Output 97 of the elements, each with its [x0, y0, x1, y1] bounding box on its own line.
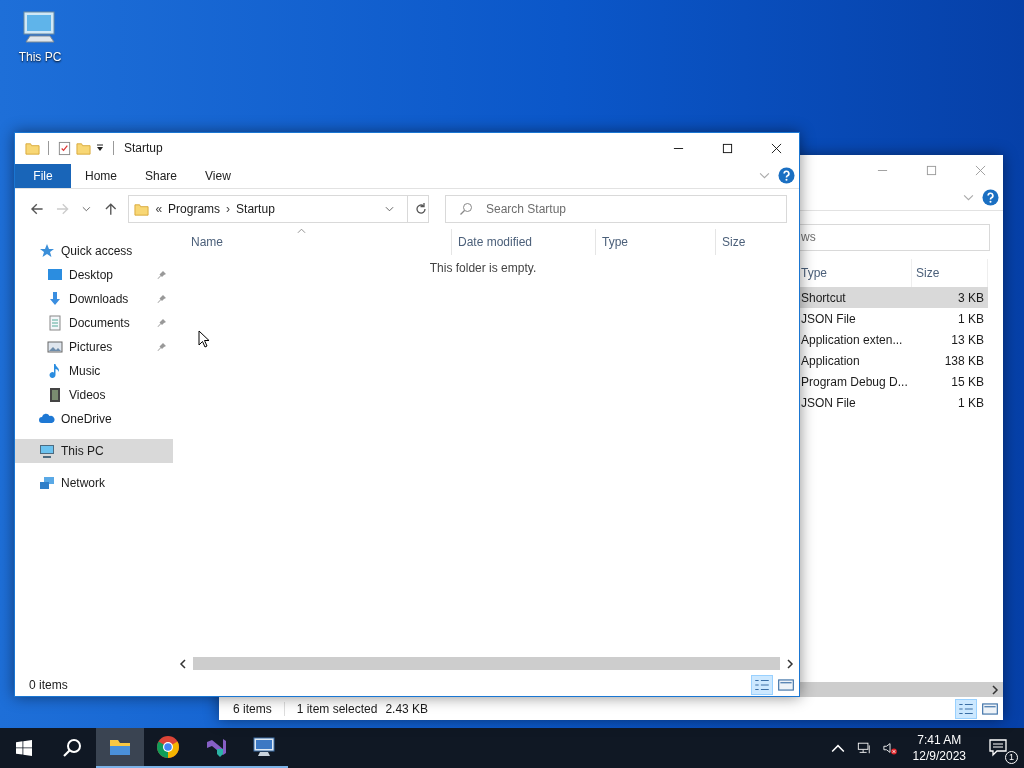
ribbon-tab[interactable]: View: [191, 163, 245, 188]
refresh-icon[interactable]: [414, 202, 428, 216]
column-label: Size: [722, 235, 746, 249]
column-header[interactable]: Type: [596, 229, 716, 255]
file-row[interactable]: JSON File 1 KB: [797, 392, 988, 413]
navigation-item[interactable]: Music: [15, 359, 173, 383]
scrollbar-thumb[interactable]: [193, 657, 780, 670]
status-text: 0 items: [29, 677, 68, 692]
separator-glyph[interactable]: ›: [226, 202, 231, 216]
table-cell-text: 3 KB: [957, 290, 985, 305]
navigation-label: Network: [61, 476, 105, 490]
browser-icon: [156, 735, 180, 759]
table-cell-text: Program Debug D...: [800, 374, 909, 389]
column-header[interactable]: Date modified: [452, 229, 596, 255]
file-row[interactable]: Program Debug D... 15 KB: [797, 371, 988, 392]
column-label: Name: [191, 235, 223, 249]
search-field[interactable]: Search Startup: [445, 195, 787, 223]
table-cell-text: 15 KB: [950, 374, 985, 389]
scroll-left-icon[interactable]: [179, 658, 187, 669]
navigation-item[interactable]: Network: [15, 471, 173, 495]
notification-badge: 1: [1005, 750, 1018, 764]
navigation-label: This PC: [61, 444, 104, 458]
empty-folder-message: This folder is empty.: [428, 261, 538, 275]
file-row[interactable]: Shortcut 3 KB: [797, 287, 988, 308]
pin-icon[interactable]: [157, 342, 167, 352]
desktop-icon-label[interactable]: This PC: [18, 50, 62, 64]
file-row[interactable]: Application 138 KB: [797, 350, 988, 371]
address-bar[interactable]: « Programs › Startup: [128, 195, 429, 223]
navigation-label: Videos: [69, 388, 106, 402]
navigation-item[interactable]: Documents: [15, 311, 173, 335]
column-label: Type: [602, 235, 628, 249]
details-view-icon[interactable]: [751, 674, 773, 695]
navigation-label: Quick access: [61, 244, 133, 258]
table-cell-text: JSON File: [800, 395, 857, 410]
navigation-label: Music: [69, 364, 101, 378]
column-label: Date modified: [458, 235, 533, 249]
column-header[interactable]: Name: [177, 229, 452, 255]
breadcrumb[interactable]: Startup: [236, 202, 275, 216]
table-cell-text: 1 KB: [957, 395, 985, 410]
table-cell-text: Application: [800, 353, 861, 368]
overflow-glyph[interactable]: «: [155, 202, 163, 216]
navigation-item[interactable]: Downloads: [15, 287, 173, 311]
help-icon[interactable]: [982, 189, 999, 206]
search-field[interactable]: ws: [798, 223, 990, 251]
navigation-item[interactable]: Videos: [15, 383, 173, 407]
scroll-right-icon[interactable]: [991, 684, 999, 695]
table-cell-text: 13 KB: [950, 332, 985, 347]
file-menu-tab[interactable]: File: [15, 163, 71, 188]
table-cell-text: 1 KB: [957, 311, 985, 326]
pin-icon[interactable]: [157, 318, 167, 328]
navigation-label: Desktop: [69, 268, 114, 282]
status-text: 1 item selected: [296, 701, 378, 716]
computer-icon: [39, 443, 55, 459]
taskbar-app[interactable]: [96, 728, 144, 768]
mouse-pointer-icon: [198, 330, 210, 348]
file-row[interactable]: Application exten... 13 KB: [797, 329, 988, 350]
pin-icon[interactable]: [157, 294, 167, 304]
help-icon[interactable]: [778, 167, 795, 184]
computer-icon: [252, 735, 276, 759]
scroll-right-icon[interactable]: [786, 658, 794, 669]
column-header[interactable]: Size: [716, 229, 796, 255]
navigation-item[interactable]: OneDrive: [15, 407, 173, 431]
navigation-label: Pictures: [69, 340, 113, 354]
dropdown-icon[interactable]: [95, 143, 105, 153]
network-icon: [39, 475, 55, 491]
navigation-item[interactable]: Desktop: [15, 263, 173, 287]
table-cell-text: 138 KB: [943, 353, 985, 368]
checkmark-document-icon[interactable]: [57, 140, 72, 156]
table-cell-text: Application exten...: [800, 332, 904, 347]
status-text: 6 items: [233, 701, 272, 716]
star-icon: [39, 243, 55, 259]
details-view-icon[interactable]: [955, 698, 977, 719]
search-icon: [459, 202, 473, 216]
table-cell-text: Shortcut: [800, 290, 847, 305]
folder-icon: [134, 201, 150, 217]
navigation-item[interactable]: This PC: [15, 439, 173, 463]
navigation-label: OneDrive: [61, 412, 112, 426]
pin-icon[interactable]: [157, 270, 167, 280]
status-text: 2.43 KB: [385, 701, 429, 716]
navigation-item[interactable]: Pictures: [15, 335, 173, 359]
document-icon: [47, 315, 63, 331]
ribbon-tab[interactable]: Home: [71, 163, 131, 188]
window-title: Startup: [124, 141, 163, 155]
clock-time[interactable]: 7:41 AM: [917, 733, 962, 747]
navigation-label: Documents: [69, 316, 130, 330]
film-icon: [47, 387, 63, 403]
table-cell-text: JSON File: [800, 311, 857, 326]
scrollbar[interactable]: [800, 682, 1003, 697]
picture-icon: [47, 339, 63, 355]
navigation-label: Downloads: [69, 292, 129, 306]
download-arrow-icon: [47, 291, 63, 307]
navigation-item[interactable]: Quick access: [15, 239, 173, 263]
file-row[interactable]: JSON File 1 KB: [797, 308, 988, 329]
clock-date[interactable]: 12/9/2023: [912, 749, 966, 763]
breadcrumb[interactable]: Programs: [168, 202, 221, 216]
ribbon-tab[interactable]: Share: [131, 163, 192, 188]
monitor-icon: [47, 267, 63, 283]
